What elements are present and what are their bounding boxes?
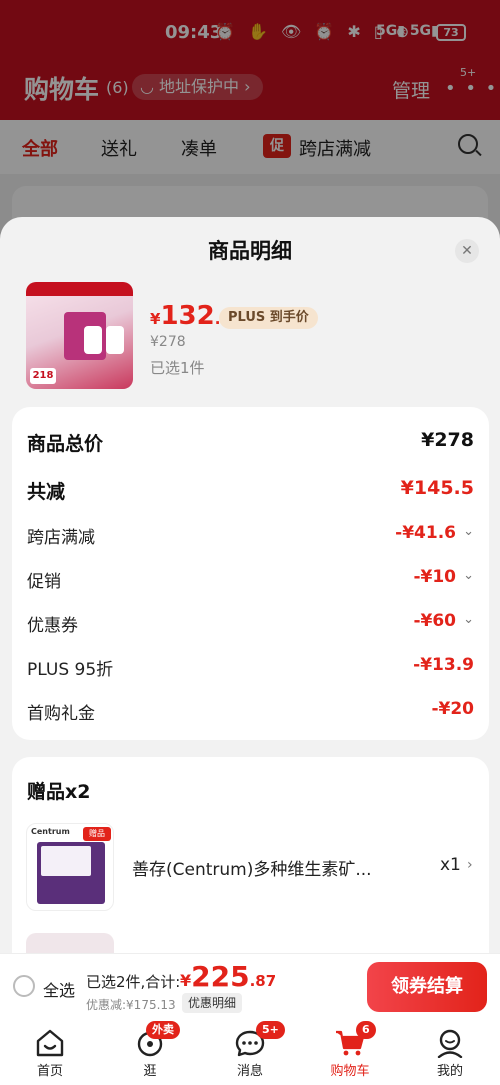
breakdown-row-plus: PLUS 95折 -¥13.9 — [27, 655, 474, 680]
checkout-button[interactable]: 领券结算 — [367, 962, 487, 1012]
bottom-nav: 首页 外卖 逛 5+ 消息 6 购物车 我的 — [0, 1020, 500, 1085]
discount-detail-button[interactable]: 优惠明细 — [182, 993, 243, 1013]
discount-amount: 优惠减:¥175.13 — [86, 998, 176, 1012]
product-image-price: 218 — [30, 368, 56, 384]
breakdown-row-total: 商品总价 ¥278 — [27, 429, 474, 455]
chevron-down-icon: ⌄ — [463, 568, 474, 583]
sheet-title: 商品明细 — [208, 239, 292, 263]
breakdown-row-promotion[interactable]: 促销 -¥10 ⌄ — [27, 563, 474, 593]
gift-quantity: x1 — [440, 855, 461, 875]
select-all-label[interactable]: 全选 — [43, 977, 75, 1001]
gift-image-tag: 赠品 — [83, 827, 111, 841]
checkout-bar: 全选 已选2件,合计: ¥225.87 优惠减:¥175.13 优惠明细 领券结… — [0, 953, 500, 1020]
gift-image[interactable]: Centrum 赠品 — [26, 823, 114, 911]
selection-summary: 已选2件,合计: — [86, 973, 181, 991]
nav-cart-badge: 6 — [356, 1021, 376, 1039]
chevron-down-icon: ⌄ — [463, 524, 474, 539]
gift-name[interactable]: 善存(Centrum)多种维生素矿... — [132, 855, 412, 880]
nav-messages[interactable]: 5+ 消息 — [210, 1020, 290, 1085]
chevron-right-icon[interactable]: › — [467, 857, 473, 873]
total-price: ¥225.87 — [180, 960, 277, 993]
select-all-radio[interactable] — [13, 975, 35, 997]
product-image[interactable]: 218 — [26, 282, 133, 389]
profile-icon — [437, 1029, 463, 1058]
price-breakdown-card: 商品总价 ¥278 共减 ¥145.5 跨店满减 -¥41.6 ⌄ 促销 -¥1… — [12, 407, 489, 740]
product-detail-sheet: 商品明细 ✕ 218 ¥132.5 PLUS 到手价 ¥278 已选1件 商品总… — [0, 217, 500, 953]
nav-browse-badge: 外卖 — [146, 1021, 180, 1039]
nav-home[interactable]: 首页 — [10, 1020, 90, 1085]
nav-messages-badge: 5+ — [256, 1021, 285, 1039]
original-price: ¥278 — [150, 334, 186, 350]
gift-brand-label: Centrum — [31, 827, 70, 836]
nav-profile[interactable]: 我的 — [410, 1020, 490, 1085]
gift-image[interactable] — [26, 933, 114, 953]
plus-price-tag: PLUS 到手价 — [219, 307, 318, 329]
gifts-title: 赠品x2 — [27, 781, 91, 803]
gifts-card: 赠品x2 Centrum 赠品 善存(Centrum)多种维生素矿... x1 … — [12, 757, 489, 953]
breakdown-row-total-discount: 共减 ¥145.5 — [27, 477, 474, 503]
nav-cart[interactable]: 6 购物车 — [310, 1020, 390, 1085]
close-icon[interactable]: ✕ — [455, 239, 479, 263]
selected-count: 已选1件 — [150, 359, 205, 377]
nav-browse[interactable]: 外卖 逛 — [110, 1020, 190, 1085]
breakdown-row-cross-store[interactable]: 跨店满减 -¥41.6 ⌄ — [27, 519, 474, 549]
chevron-down-icon: ⌄ — [463, 612, 474, 627]
breakdown-row-first-purchase: 首购礼金 -¥20 — [27, 699, 474, 724]
breakdown-row-coupon[interactable]: 优惠券 -¥60 ⌄ — [27, 607, 474, 637]
home-icon — [36, 1029, 64, 1057]
